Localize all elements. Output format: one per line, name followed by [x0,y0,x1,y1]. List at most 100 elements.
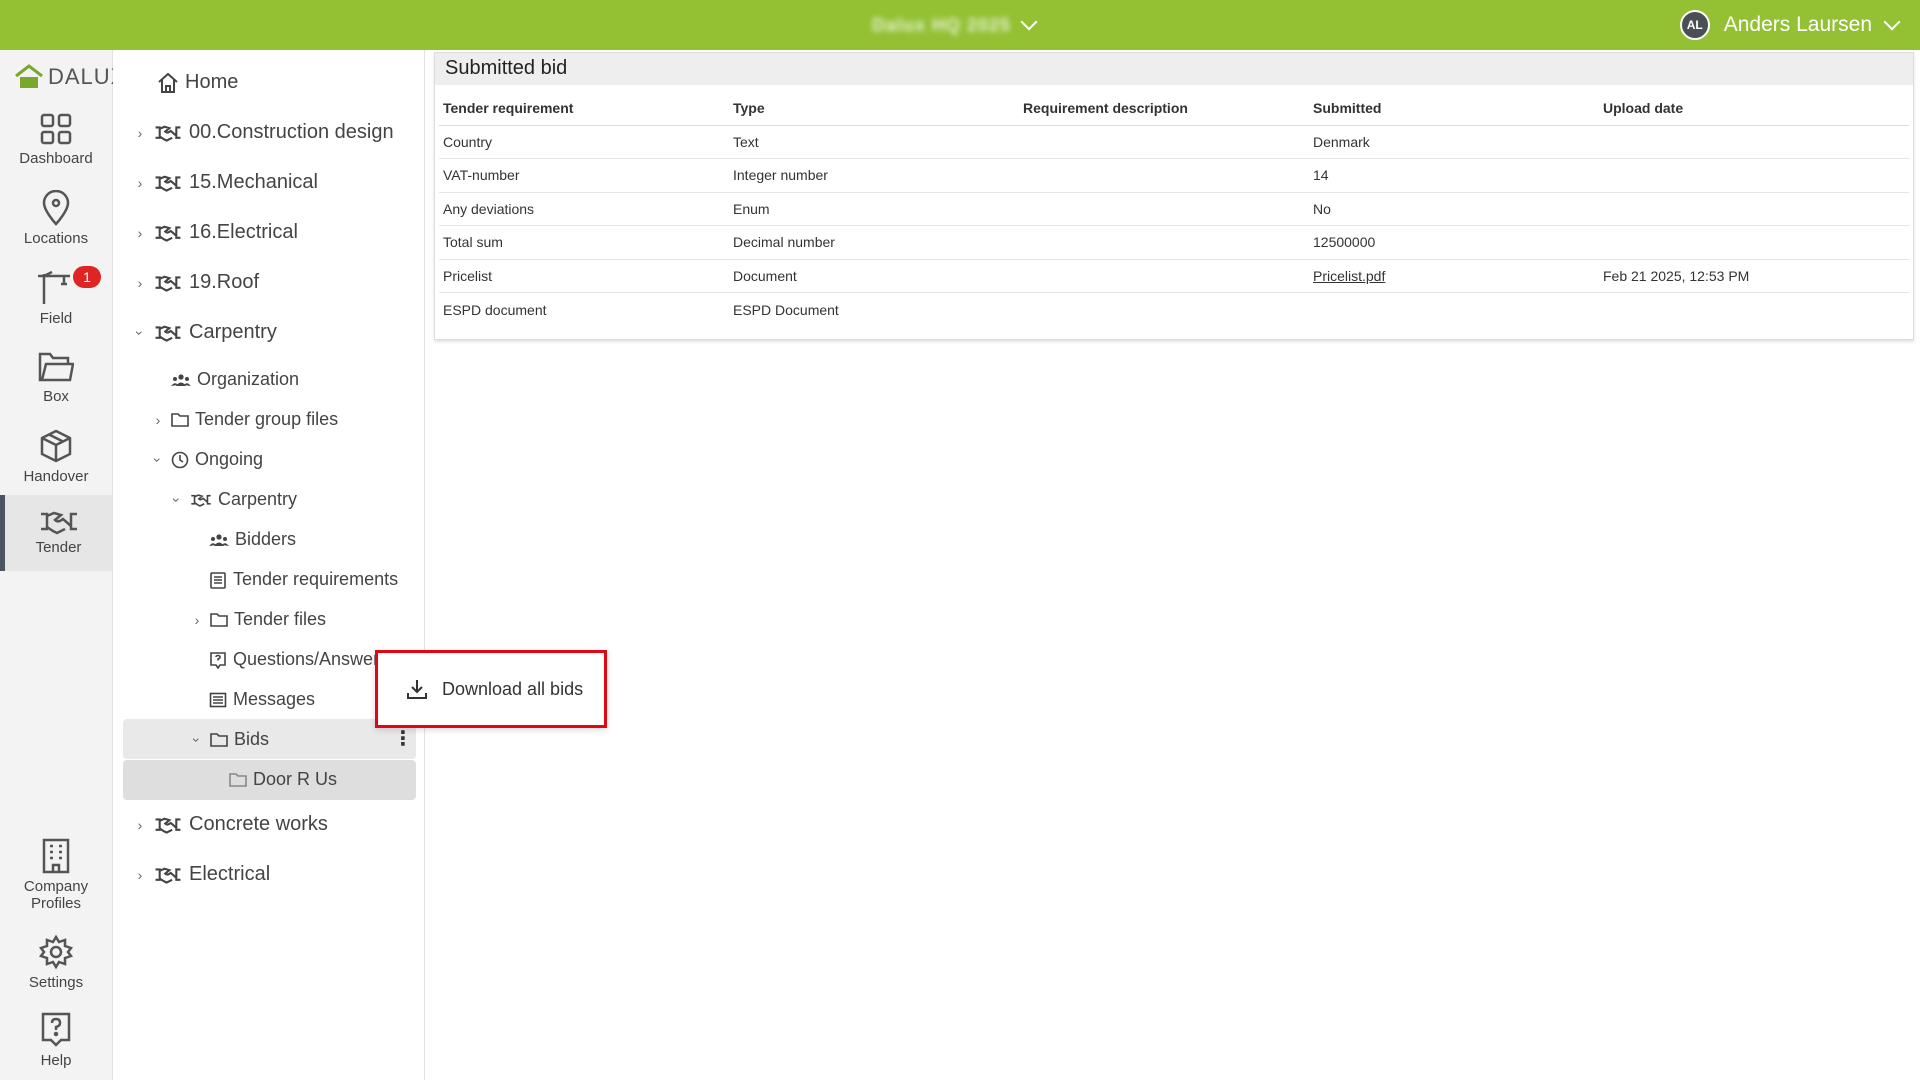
rail-field[interactable]: 1 Field [0,266,112,327]
more-options-icon[interactable]: ⋮ [393,729,413,749]
tree-ongoing-carpentry[interactable]: › Carpentry [169,489,297,510]
rail-settings[interactable]: Settings [0,934,112,991]
tree-group-19-roof[interactable]: › 19.Roof [133,271,259,294]
chevron-right-icon[interactable]: › [133,175,147,191]
column-header[interactable]: Submitted [1309,91,1599,126]
cell-submitted [1309,293,1599,327]
cell-upload-date: Feb 21 2025, 12:53 PM [1599,259,1909,293]
column-header[interactable]: Tender requirement [439,91,729,126]
cell-requirement: Country [439,125,729,159]
column-header[interactable]: Type [729,91,1019,126]
table-row: Total sum Decimal number 12500000 [439,225,1909,260]
tree-questions-answers[interactable]: Questions/Answers [209,649,388,670]
rail-handover[interactable]: Handover [0,428,112,485]
cell-requirement: Total sum [439,225,729,260]
tree-ongoing[interactable]: › Ongoing [150,449,263,470]
tree-group-00-construction-design[interactable]: › 00.Construction design [133,121,394,144]
chevron-down-icon[interactable]: › [189,733,205,747]
tree-tender-files[interactable]: › Tender files [190,609,326,630]
column-header[interactable]: Requirement description [1019,91,1309,126]
rail-box[interactable]: Box [0,350,112,405]
tree-group-15-mechanical[interactable]: › 15.Mechanical [133,171,318,194]
chevron-right-icon[interactable]: › [151,412,165,428]
table-row: ESPD document ESPD Document [439,293,1909,327]
chevron-right-icon[interactable]: › [133,867,147,883]
rail-tender[interactable]: Tender [0,495,112,571]
user-menu-chevron-icon[interactable] [1883,13,1901,31]
tree-home[interactable]: Home [157,71,238,94]
tree-tender-group-files-label: Tender group files [195,409,339,429]
tree-tender-group-files[interactable]: › Tender group files [151,409,338,430]
rail-help-label: Help [40,1052,72,1069]
column-header[interactable]: Upload date [1599,91,1909,126]
cell-description [1019,158,1309,193]
chevron-right-icon[interactable]: › [133,275,147,291]
tree-messages-label: Messages [233,689,316,709]
project-name[interactable]: Dalux HQ 2025 [872,15,1011,36]
rail-company-profiles-label2: Profiles [30,895,82,912]
tree-door-r-us[interactable]: Door R Us [229,769,337,790]
avatar[interactable]: AL [1679,10,1710,40]
chevron-right-icon[interactable]: › [133,225,147,241]
pricelist-file-link[interactable]: Pricelist.pdf [1309,259,1599,293]
cell-type: Enum [729,192,1019,226]
folder-icon [210,612,228,627]
chevron-down-icon[interactable]: › [132,326,148,340]
location-pin-icon [42,190,70,226]
navigation-tree: Home › 00.Construction design › 15.Mecha… [113,50,425,1080]
tree-group-electrical[interactable]: › Electrical [133,863,270,886]
chevron-down-icon[interactable]: › [150,453,166,467]
rail-locations[interactable]: Locations [0,190,112,247]
handshake-icon [191,493,211,507]
cell-requirement: Any deviations [439,192,729,226]
tree-tender-files-label: Tender files [234,609,327,629]
tree-tender-requirements-label: Tender requirements [233,569,399,589]
tree-group-16-electrical[interactable]: › 16.Electrical [133,221,298,244]
table-header-row: Tender requirement Type Requirement desc… [439,91,1909,126]
cell-submitted: No [1309,192,1599,226]
cell-submitted: Denmark [1309,125,1599,159]
chevron-right-icon[interactable]: › [133,817,147,833]
dalux-logo[interactable]: DALUX [14,64,126,90]
submitted-bid-table: Tender requirement Type Requirement desc… [439,91,1909,326]
tree-bidders-label: Bidders [235,529,297,549]
tree-group-label: Concrete works [189,813,328,835]
cell-type: Document [729,259,1019,293]
tree-bids[interactable]: › Bids [189,729,269,750]
tree-organization[interactable]: Organization [171,369,299,390]
rail-company-profiles[interactable]: Company Profiles [0,838,112,912]
handshake-icon [155,225,181,242]
tree-group-concrete-works[interactable]: › Concrete works [133,813,328,836]
user-name[interactable]: Anders Laursen [1724,13,1872,37]
tree-bidders[interactable]: Bidders [209,529,296,550]
cell-requirement: Pricelist [439,259,729,293]
chevron-down-icon[interactable]: › [169,493,185,507]
table-row: Country Text Denmark [439,125,1909,159]
help-question-icon [41,1012,71,1047]
cell-type: Integer number [729,158,1019,193]
chevron-right-icon[interactable]: › [133,125,147,141]
chevron-down-icon[interactable] [1020,13,1038,31]
download-all-bids-menu-item[interactable]: Download all bids [375,650,607,728]
table-row: Any deviations Enum No [439,192,1909,226]
cell-description [1019,125,1309,159]
message-list-icon [209,692,227,707]
rail-dashboard[interactable]: Dashboard [0,112,112,167]
tree-messages[interactable]: Messages [209,689,315,710]
tree-group-carpentry[interactable]: › Carpentry [132,321,277,344]
rail-handover-label: Handover [23,468,89,485]
download-icon [407,680,427,699]
user-menu[interactable]: AL Anders Laursen [1679,10,1901,40]
project-selector[interactable]: Dalux HQ 2025 [872,12,1038,38]
cell-type: ESPD Document [733,301,839,318]
tree-tender-requirements[interactable]: Tender requirements [209,569,398,590]
cell-requirement: ESPD document [443,301,547,318]
chevron-right-icon[interactable]: › [190,612,204,628]
cell-description [1019,293,1309,327]
clipboard-list-icon [210,571,226,589]
tree-group-label: 19.Roof [189,271,260,293]
table-row: Pricelist Document Pricelist.pdf Feb 21 … [439,259,1909,293]
cell-upload-date [1599,225,1909,260]
rail-help[interactable]: Help [0,1012,112,1069]
house-logo-icon [15,64,43,88]
